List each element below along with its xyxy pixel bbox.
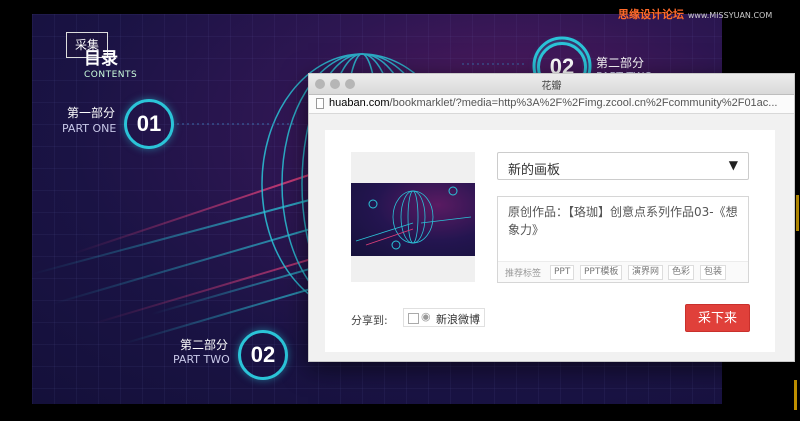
url-bar[interactable]: huaban.com/bookmarklet/?media=http%3A%2F… bbox=[309, 95, 794, 114]
share-weibo-toggle[interactable]: ◉ 新浪微博 bbox=[403, 308, 485, 327]
tag-chip[interactable]: PPT模板 bbox=[580, 265, 623, 280]
part-two-label-cn-top: 第二部分 bbox=[596, 56, 645, 70]
description-textarea[interactable]: 原创作品：【珞珈】创意点系列作品03-《想象力》 推荐标签 PPT PPT模板 … bbox=[497, 196, 749, 283]
part-one-number: 01 bbox=[124, 99, 174, 149]
part-two-label-cn-bottom: 第二部分 bbox=[180, 338, 229, 352]
watermark-en: www.MISSYUAN.COM bbox=[687, 11, 773, 20]
toc-subtitle: CONTENTS bbox=[84, 70, 138, 80]
collect-button[interactable]: 采下来 bbox=[685, 304, 750, 332]
site-watermark: 思缘设计论坛 www.MISSYUAN.COM bbox=[618, 6, 772, 22]
url-domain: huaban.com bbox=[329, 97, 390, 109]
page-icon bbox=[316, 98, 324, 109]
part-two-number-bottom: 02 bbox=[238, 330, 288, 380]
bookmarklet-dialog: 花瓣 huaban.com/bookmarklet/?media=http%3A… bbox=[308, 73, 795, 362]
tag-chip[interactable]: PPT bbox=[550, 265, 575, 280]
board-select[interactable]: 新的画板 ▼ bbox=[497, 152, 749, 180]
weibo-checkbox[interactable] bbox=[408, 313, 419, 324]
dialog-footer: 分享到: ◉ 新浪微博 采下来 bbox=[309, 294, 794, 339]
recommended-tags-row: 推荐标签 PPT PPT模板 演界网 色彩 包装 bbox=[498, 261, 748, 282]
caret-down-icon: ▼ bbox=[728, 158, 738, 172]
description-text: 原创作品：【珞珈】创意点系列作品03-《想象力》 bbox=[508, 205, 738, 237]
tag-chip[interactable]: 演界网 bbox=[628, 265, 664, 280]
part-one-label-cn: 第一部分 bbox=[67, 106, 116, 120]
edge-marker bbox=[796, 195, 799, 231]
weibo-label: 新浪微博 bbox=[436, 313, 480, 326]
watermark-cn: 思缘设计论坛 bbox=[618, 8, 684, 21]
weibo-icon: ◉ bbox=[421, 310, 431, 323]
tag-row-label: 推荐标签 bbox=[505, 269, 542, 279]
tag-chip[interactable]: 色彩 bbox=[668, 265, 695, 280]
board-select-value: 新的画板 bbox=[508, 163, 561, 178]
window-titlebar[interactable]: 花瓣 bbox=[309, 74, 794, 95]
url-path: /bookmarklet/?media=http%3A%2F%2Fimg.zco… bbox=[389, 97, 778, 109]
tag-chip[interactable]: 包装 bbox=[700, 265, 727, 280]
part-one-label-en: PART ONE bbox=[62, 122, 117, 135]
image-preview-box bbox=[351, 152, 475, 282]
thumbnail-art bbox=[355, 186, 472, 250]
url-text[interactable]: huaban.com/bookmarklet/?media=http%3A%2F… bbox=[329, 97, 777, 109]
share-label: 分享到: bbox=[351, 314, 388, 327]
toc-title: 目录 bbox=[84, 49, 118, 69]
part-two-label-en-bottom: PART TWO bbox=[173, 353, 230, 366]
edge-marker bbox=[794, 380, 797, 410]
image-thumbnail bbox=[351, 183, 475, 256]
window-title: 花瓣 bbox=[541, 81, 562, 92]
